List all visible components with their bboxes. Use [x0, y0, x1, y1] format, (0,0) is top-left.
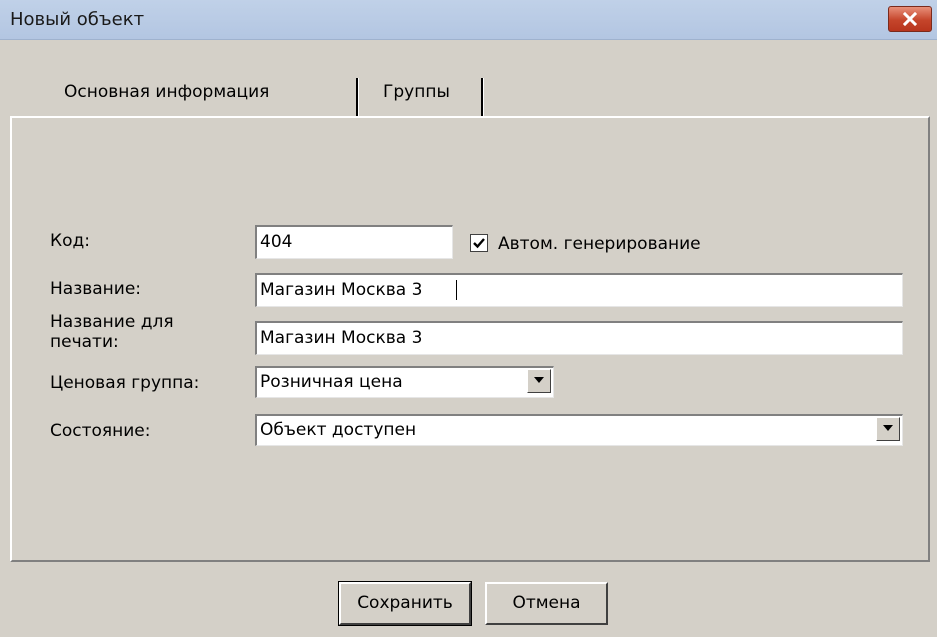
tab-groups[interactable]: Группы	[383, 82, 450, 102]
price-group-dropdown-button[interactable]	[527, 369, 551, 393]
name-value: Магазин Москва 3	[260, 280, 423, 300]
status-select[interactable]: Объект доступен	[255, 414, 903, 446]
tab-strip: Основная информация Группы	[0, 40, 937, 116]
close-button[interactable]	[888, 6, 932, 32]
price-group-select[interactable]: Розничная цена	[255, 366, 554, 398]
close-icon	[903, 12, 917, 26]
print-name-label-line1: Название для	[50, 312, 174, 332]
cancel-button[interactable]: Отмена	[485, 582, 608, 625]
code-label: Код:	[50, 231, 90, 251]
status-dropdown-button[interactable]	[876, 417, 900, 441]
print-name-field[interactable]: Магазин Москва 3	[255, 321, 903, 355]
checkmark-icon	[473, 238, 485, 249]
price-group-label: Ценовая группа:	[50, 373, 200, 393]
auto-generate-checkbox[interactable]	[470, 234, 488, 252]
name-label: Название:	[50, 279, 142, 299]
text-caret	[456, 280, 457, 300]
tab-separator	[481, 78, 484, 116]
status-value: Объект доступен	[260, 420, 417, 440]
chevron-down-icon	[883, 425, 893, 431]
tab-main-info[interactable]: Основная информация	[64, 82, 269, 102]
name-field[interactable]: Магазин Москва 3	[255, 273, 903, 307]
title-bar[interactable]: Новый объект	[0, 0, 937, 40]
tab-separator	[356, 78, 359, 116]
status-label: Состояние:	[50, 421, 151, 441]
code-field[interactable]: 404	[255, 225, 453, 259]
auto-generate-label[interactable]: Автом. генерирование	[498, 236, 701, 253]
window-title: Новый объект	[10, 9, 145, 30]
print-name-label-line2: печати:	[50, 332, 119, 352]
dialog-window: Новый объект Основная информация Группы …	[0, 0, 937, 637]
save-button[interactable]: Сохранить	[338, 581, 472, 626]
chevron-down-icon	[534, 377, 544, 383]
price-group-value: Розничная цена	[260, 372, 403, 392]
